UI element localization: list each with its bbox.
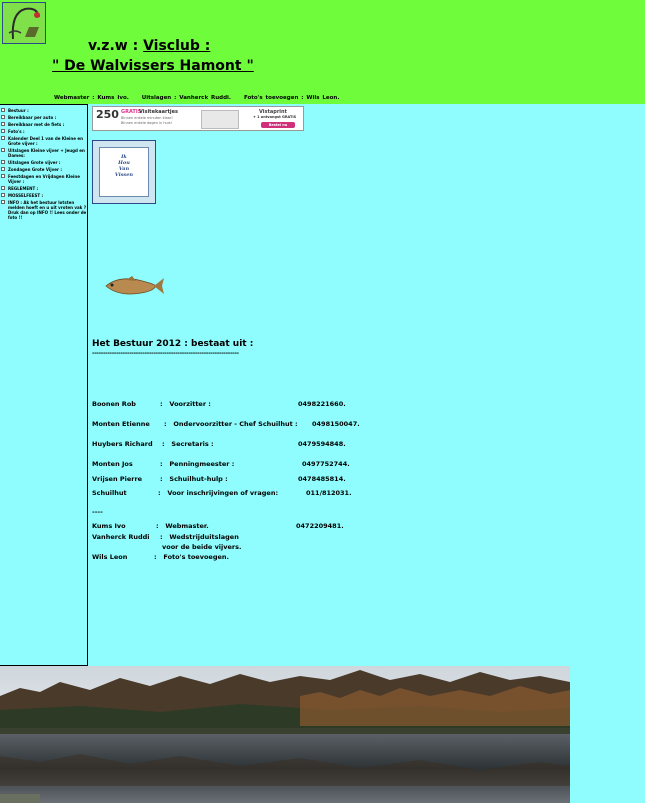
member-name: Schuilhut bbox=[92, 489, 127, 497]
bullet-icon bbox=[1, 108, 5, 112]
member-role: : Webmaster. bbox=[156, 522, 209, 530]
club-logo[interactable] bbox=[2, 2, 46, 44]
sidebar-nav: Bestuur : Bereikbaar per auto : Bereikba… bbox=[0, 104, 88, 666]
ad-number: 250 bbox=[96, 108, 119, 121]
member-phone: 011/812031. bbox=[306, 489, 352, 497]
member-name: Huybers Richard bbox=[92, 440, 153, 448]
sidebar-item-uitslagen-grote[interactable]: Uitslagen Grote vijver : bbox=[0, 160, 87, 165]
member-name: Monten Etienne bbox=[92, 420, 150, 428]
title-prefix: v.z.w : bbox=[88, 38, 144, 54]
member-role: : Foto's toevoegen. bbox=[154, 553, 229, 561]
ad-product: Visitekaartjes bbox=[139, 109, 178, 115]
ad-order-button[interactable]: Bestel nu bbox=[261, 122, 295, 128]
member-phone: 0497752744. bbox=[302, 460, 350, 468]
member-phone: 0498150047. bbox=[312, 420, 360, 428]
bullet-icon bbox=[1, 193, 5, 197]
sidebar-item-bestuur[interactable]: Bestuur : bbox=[0, 108, 87, 113]
member-role: : Voor inschrijvingen of vragen: bbox=[158, 489, 279, 497]
sidebar-item-auto[interactable]: Bereikbaar per auto : bbox=[0, 115, 87, 120]
member-name: Vrijsen Pierre bbox=[92, 475, 143, 483]
tile-text: Ik Hou Van Vissen bbox=[99, 147, 149, 197]
ad-line-1: Binnen enkele minuten klaar! bbox=[121, 116, 173, 120]
bullet-icon bbox=[1, 174, 5, 178]
bullet-icon bbox=[1, 122, 5, 126]
member-role: : Secretaris : bbox=[162, 440, 214, 448]
header: v.z.w : Visclub : " De Walvissers Hamont… bbox=[0, 0, 645, 104]
member-phone: 0472209481. bbox=[296, 522, 344, 530]
title-club: Visclub : bbox=[143, 38, 211, 54]
board-heading: Het Bestuur 2012 : bestaat uit : bbox=[92, 339, 254, 349]
pond-photo bbox=[0, 666, 570, 803]
short-separator: ---- bbox=[92, 508, 103, 516]
bullet-icon bbox=[1, 167, 5, 171]
member-name: Vanherck Ruddi bbox=[92, 533, 150, 541]
sidebar-item-zondagen[interactable]: Zondagen Grote Vijver : bbox=[0, 167, 87, 172]
member-role: : Penningmeester : bbox=[160, 460, 235, 468]
member-role: : Ondervoorzitter - Chef Schuilhut : bbox=[164, 420, 298, 428]
business-cards-image bbox=[201, 110, 239, 129]
member-name: Kums Ivo bbox=[92, 522, 126, 530]
bullet-icon bbox=[1, 129, 5, 133]
credits-line: Webmaster : Kums Ivo. Uitslagen : Vanher… bbox=[54, 95, 349, 101]
sidebar-item-mosselfeest[interactable]: MOSSELFEEST : bbox=[0, 193, 87, 198]
credit-webmaster: Webmaster : Kums Ivo. bbox=[54, 95, 129, 101]
member-name: Boonen Rob bbox=[92, 400, 136, 408]
bullet-icon bbox=[1, 148, 5, 152]
vistaprint-ad-banner[interactable]: 250 GRATIS Visitekaartjes Binnen enkele … bbox=[92, 106, 304, 131]
sidebar-item-info[interactable]: INFO : Ak het bestuur lotsten melden hoe… bbox=[0, 200, 87, 220]
member-role: : Wedstrijduitslagen bbox=[160, 533, 239, 541]
sidebar-item-feestdagen[interactable]: Feestdagen en Vrijdagen Kleine Vijver : bbox=[0, 174, 87, 184]
sidebar-item-reglement[interactable]: REGLEMENT : bbox=[0, 186, 87, 191]
member-role: : Voorzitter : bbox=[160, 400, 211, 408]
member-phone: 0478485814. bbox=[298, 475, 346, 483]
fish-image bbox=[105, 276, 164, 295]
member-role: : Schuilhut-hulp : bbox=[160, 475, 228, 483]
bullet-icon bbox=[1, 186, 5, 190]
sidebar-item-fiets[interactable]: Bereikbaar met de fiets : bbox=[0, 122, 87, 127]
ad-offer: + 1 ontvangst GRATIS bbox=[253, 115, 297, 119]
member-name: Wils Leon bbox=[92, 553, 128, 561]
site-subtitle: " De Walvissers Hamont " bbox=[52, 58, 254, 74]
site-title: v.z.w : Visclub : bbox=[88, 38, 210, 54]
bullet-icon bbox=[1, 160, 5, 164]
credit-uitslagen: Uitslagen : Vanherck Ruddi. bbox=[141, 95, 232, 101]
ad-line-2: Binnen enkele dagen in huis! bbox=[121, 121, 172, 125]
bullet-icon bbox=[1, 200, 5, 204]
board-separator: ----------------------------------------… bbox=[92, 350, 239, 357]
sidebar-item-kalender[interactable]: Kalender Deel 1 van de Kleine en Grote v… bbox=[0, 136, 87, 146]
member-role-continued: voor de beide vijvers. bbox=[162, 543, 242, 551]
bullet-icon bbox=[1, 136, 5, 140]
sidebar-item-uitslagen-kleine[interactable]: Uitslagen Kleine vijver + Jeugd en Dames… bbox=[0, 148, 87, 158]
credit-fotos: Foto's toevoegen : Wils Leon. bbox=[243, 95, 340, 101]
member-phone: 0479594848. bbox=[298, 440, 346, 448]
member-phone: 0498221660. bbox=[298, 400, 346, 408]
bullet-icon bbox=[1, 115, 5, 119]
sidebar-item-fotos[interactable]: Foto's : bbox=[0, 129, 87, 134]
ik-hou-van-vissen-tile: Ik Hou Van Vissen bbox=[92, 140, 156, 204]
member-name: Monten Jos bbox=[92, 460, 133, 468]
